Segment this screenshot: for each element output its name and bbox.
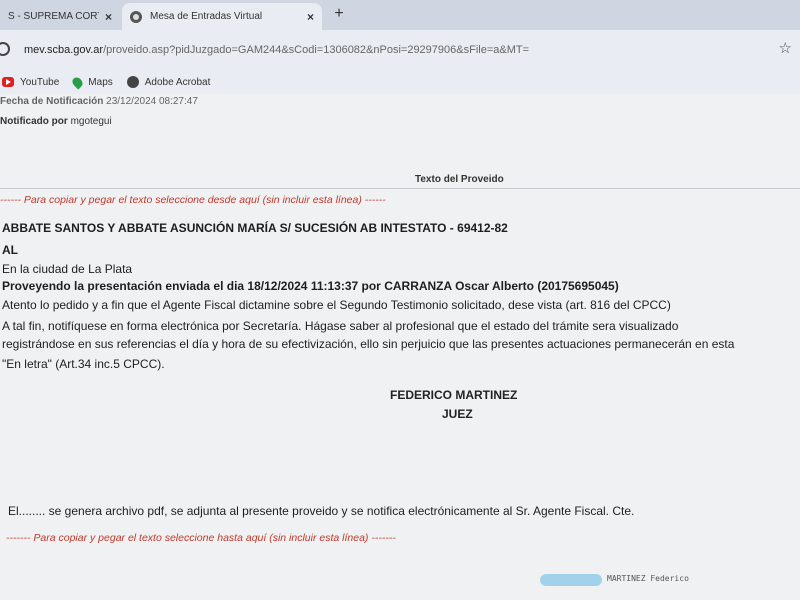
bookmark-label: Maps [88, 76, 113, 88]
pdf-note-line: El........ se genera archivo pdf, se adj… [8, 504, 635, 518]
notificado-por: Notificado por mgotegui [0, 116, 112, 127]
browser-toolbar: mev.scba.gov.ar/proveido.asp?pidJuzgado=… [0, 30, 800, 70]
copy-start-note: ------ Para copiar y pegar el texto sele… [0, 194, 386, 206]
copy-end-note: ------- Para copiar y pegar el texto sel… [6, 532, 396, 544]
stamp-text: MARTINEZ Federico [607, 574, 689, 583]
proveyendo-line: Proveyendo la presentación enviada el di… [2, 279, 619, 293]
address-bar[interactable]: mev.scba.gov.ar/proveido.asp?pidJuzgado=… [24, 38, 764, 62]
signature-stamp [540, 574, 602, 586]
fecha-notificacion: Fecha de Notificación 23/12/2024 08:27:4… [0, 96, 198, 107]
tab-title: S - SUPREMA CORTE [8, 11, 99, 22]
bookmark-adobe-acrobat[interactable]: Adobe Acrobat [126, 76, 211, 88]
divider [0, 188, 800, 189]
body-paragraph-4: "En letra" (Art.34 inc.5 CPCC). [2, 357, 165, 371]
globe-icon [130, 10, 142, 23]
tab-strip: S - SUPREMA CORTE × Mesa de Entradas Vir… [0, 0, 800, 30]
body-paragraph-1: Atento lo pedido y a fin que el Agente F… [2, 298, 671, 312]
notificado-label: Notificado por [0, 116, 68, 127]
close-tab-icon[interactable]: × [307, 10, 314, 24]
signer-name: FEDERICO MARTINEZ [390, 388, 518, 402]
notificado-value: mgotegui [70, 116, 112, 127]
bookmark-label: Adobe Acrobat [144, 76, 211, 88]
youtube-icon [2, 77, 14, 87]
tab-suprema-corte[interactable]: S - SUPREMA CORTE × [0, 3, 120, 30]
page-content: Fecha de Notificación 23/12/2024 08:27:4… [0, 94, 800, 600]
tab-title: Mesa de Entradas Virtual [150, 11, 263, 22]
close-tab-icon[interactable]: × [105, 10, 112, 24]
tab-mesa-entradas[interactable]: Mesa de Entradas Virtual × [122, 3, 322, 30]
signer-title: JUEZ [442, 407, 473, 421]
acrobat-icon [126, 76, 139, 88]
section-title: Texto del Proveido [415, 174, 504, 185]
al-line: AL [2, 243, 18, 257]
new-tab-button[interactable]: + [330, 5, 348, 23]
maps-icon [70, 74, 85, 90]
url-path: /proveido.asp?pidJuzgado=GAM244&sCodi=13… [103, 44, 530, 56]
reload-icon[interactable] [0, 42, 10, 56]
bookmark-youtube[interactable]: YouTube [2, 77, 59, 88]
ciudad-line: En la ciudad de La Plata [2, 262, 133, 276]
bookmark-label: YouTube [20, 76, 60, 88]
body-paragraph-2: A tal fin, notifíquese en forma electrón… [2, 319, 679, 333]
bookmark-star-icon[interactable]: ☆ [779, 39, 792, 57]
fecha-value: 23/12/2024 08:27:47 [106, 96, 198, 107]
body-paragraph-3: registrándose en sus referencias el día … [2, 337, 735, 351]
bookmark-maps[interactable]: Maps [70, 74, 113, 90]
bookmarks-bar: YouTube Maps Adobe Acrobat [0, 70, 800, 94]
fecha-label: Fecha de Notificación [0, 96, 104, 107]
caratula: ABBATE SANTOS Y ABBATE ASUNCIÓN MARÍA S/… [2, 221, 508, 235]
url-host: mev.scba.gov.ar [24, 44, 104, 56]
